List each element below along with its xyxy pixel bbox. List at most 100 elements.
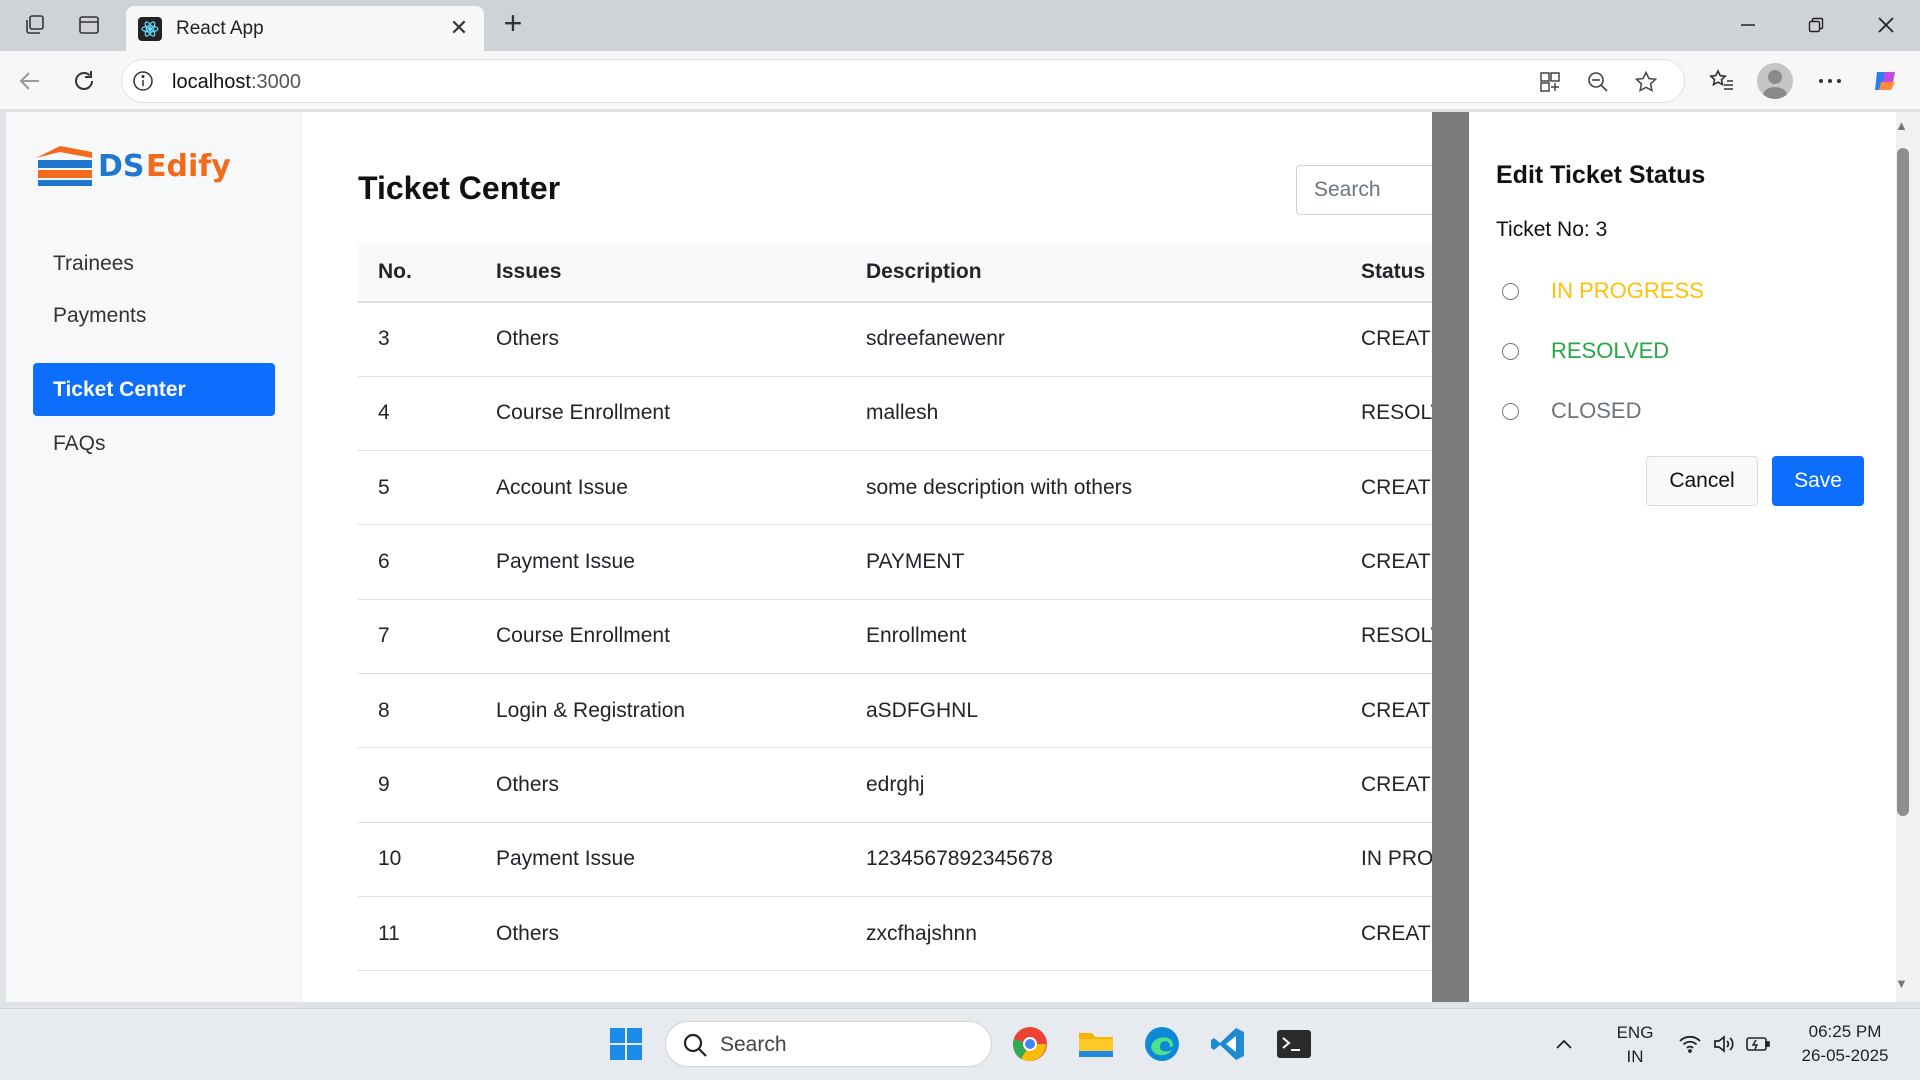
status-option-in-progress[interactable]: IN PROGRESS <box>1502 276 1704 306</box>
language-line2: IN <box>1626 1047 1644 1066</box>
url-port: :3000 <box>250 71 301 93</box>
vscode-icon[interactable] <box>1205 1021 1251 1067</box>
clock-time: 06:25 PM <box>1808 1022 1882 1041</box>
cell-issue: Course Enrollment <box>476 376 846 452</box>
cell-description: PAYMENT <box>846 524 1341 600</box>
cell-issue: Payment Issue <box>476 822 846 897</box>
dsedify-logo: DS Edify <box>32 136 242 196</box>
tab-title: React App <box>176 17 264 39</box>
option-label-resolved: RESOLVED <box>1551 338 1670 363</box>
cell-issue: Others <box>476 302 846 377</box>
cell-issue: Others <box>476 747 846 823</box>
column-header-no: No. <box>358 243 476 303</box>
more-options-icon[interactable] <box>1812 63 1848 99</box>
browser-tabstrip: React App ✕ + <box>0 0 1920 51</box>
radio-closed[interactable] <box>1502 402 1519 420</box>
scroll-up-icon[interactable]: ▲ <box>1895 118 1908 133</box>
sidebar-item-payments[interactable]: Payments <box>33 289 275 342</box>
sidebar-item-faqs[interactable]: FAQs <box>33 417 275 470</box>
cell-issue: Others <box>476 896 846 972</box>
page-title: Ticket Center <box>358 170 561 206</box>
battery-icon[interactable] <box>1741 1021 1775 1067</box>
url-text[interactable]: localhost:3000 <box>172 71 301 94</box>
address-bar[interactable]: localhost:3000 <box>121 59 1685 103</box>
minimize-icon[interactable] <box>1718 6 1778 44</box>
column-header-issues: Issues <box>476 243 846 303</box>
copilot-icon[interactable] <box>1868 63 1904 99</box>
ticket-number: Ticket No: 3 <box>1496 218 1608 241</box>
app-available-icon[interactable] <box>1534 66 1566 98</box>
column-header-description: Description <box>846 243 1341 303</box>
volume-icon[interactable] <box>1707 1021 1741 1067</box>
restore-icon[interactable] <box>1786 6 1846 44</box>
cell-description: 1234567892345678 <box>846 822 1341 897</box>
site-info-icon[interactable] <box>132 70 154 97</box>
edge-icon[interactable] <box>1139 1021 1185 1067</box>
taskbar: Search ENG IN 06:25 PM 26-05-2025 <box>0 1008 1920 1080</box>
profile-avatar[interactable] <box>1757 63 1793 99</box>
terminal-icon[interactable] <box>1271 1021 1317 1067</box>
browser-tab[interactable]: React App ✕ <box>126 6 484 51</box>
cancel-button[interactable]: Cancel <box>1646 456 1758 506</box>
sidebar-item-trainees[interactable]: Trainees <box>33 237 275 290</box>
svg-text:Edify: Edify <box>146 149 231 184</box>
cell-no: 5 <box>358 450 476 526</box>
status-option-closed[interactable]: CLOSED <box>1502 396 1641 426</box>
cell-no: 3 <box>358 302 476 377</box>
zoom-out-icon[interactable] <box>1582 66 1614 98</box>
back-icon[interactable] <box>12 63 48 99</box>
radio-resolved[interactable] <box>1502 342 1519 360</box>
cell-issue: Account Issue <box>476 450 846 526</box>
sidebar: DS Edify Trainees Payments Ticket Center… <box>6 112 302 1002</box>
search-icon <box>682 1032 708 1063</box>
sidebar-item-ticket-center[interactable]: Ticket Center <box>33 363 275 416</box>
tab-actions-icon[interactable] <box>72 8 106 42</box>
taskbar-search[interactable]: Search <box>665 1021 992 1067</box>
file-explorer-icon[interactable] <box>1073 1021 1119 1067</box>
favorites-icon[interactable] <box>1704 63 1740 99</box>
url-host: localhost <box>172 71 251 93</box>
clock-date: 26-05-2025 <box>1801 1046 1889 1065</box>
cell-issue: Login & Registration <box>476 673 846 749</box>
wifi-icon[interactable] <box>1673 1021 1707 1067</box>
new-tab-icon[interactable]: + <box>496 7 530 41</box>
cell-issue: Course Enrollment <box>476 599 846 674</box>
cell-description: aSDFGHNL <box>846 673 1341 749</box>
workspaces-icon[interactable] <box>18 8 52 42</box>
modal-backdrop[interactable] <box>1432 112 1469 1002</box>
scroll-down-icon[interactable]: ▼ <box>1895 976 1908 991</box>
taskbar-search-placeholder: Search <box>720 1033 787 1056</box>
cell-description: edrghj <box>846 747 1341 823</box>
windows-start-icon[interactable] <box>603 1021 649 1067</box>
react-icon <box>138 16 162 41</box>
scrollbar-thumb[interactable] <box>1897 148 1909 816</box>
cell-no: 8 <box>358 673 476 749</box>
show-hidden-icons-chevron-icon[interactable] <box>1548 1021 1580 1067</box>
cell-no: 4 <box>358 376 476 452</box>
save-button[interactable]: Save <box>1772 456 1864 506</box>
cell-issue: Payment Issue <box>476 524 846 600</box>
cell-description: mallesh <box>846 376 1341 452</box>
language-line1: ENG <box>1616 1023 1654 1042</box>
reload-icon[interactable] <box>66 63 102 99</box>
close-window-icon[interactable] <box>1856 6 1916 44</box>
cell-no: 10 <box>358 822 476 897</box>
status-option-resolved[interactable]: RESOLVED <box>1502 336 1669 366</box>
close-tab-icon[interactable]: ✕ <box>446 15 472 41</box>
cell-no: 7 <box>358 599 476 674</box>
cell-description: sdreefanewenr <box>846 302 1341 377</box>
cell-no: 11 <box>358 896 476 972</box>
cell-description: some description with others <box>846 450 1341 526</box>
cell-no: 9 <box>358 747 476 823</box>
language-indicator[interactable]: ENG IN <box>1610 1023 1660 1067</box>
option-label-in-progress: IN PROGRESS <box>1551 278 1704 303</box>
radio-in-progress[interactable] <box>1502 282 1519 300</box>
edit-status-drawer: Edit Ticket Status Ticket No: 3 IN PROGR… <box>1469 112 1896 1002</box>
clock[interactable]: 06:25 PM 26-05-2025 <box>1790 1022 1900 1066</box>
svg-text:DS: DS <box>98 149 145 184</box>
cell-description: Enrollment <box>846 599 1341 674</box>
chrome-icon[interactable] <box>1007 1021 1053 1067</box>
browser-toolbar: localhost:3000 <box>0 51 1920 110</box>
cell-description: zxcfhajshnn <box>846 896 1341 972</box>
favorite-star-icon[interactable] <box>1630 66 1662 98</box>
